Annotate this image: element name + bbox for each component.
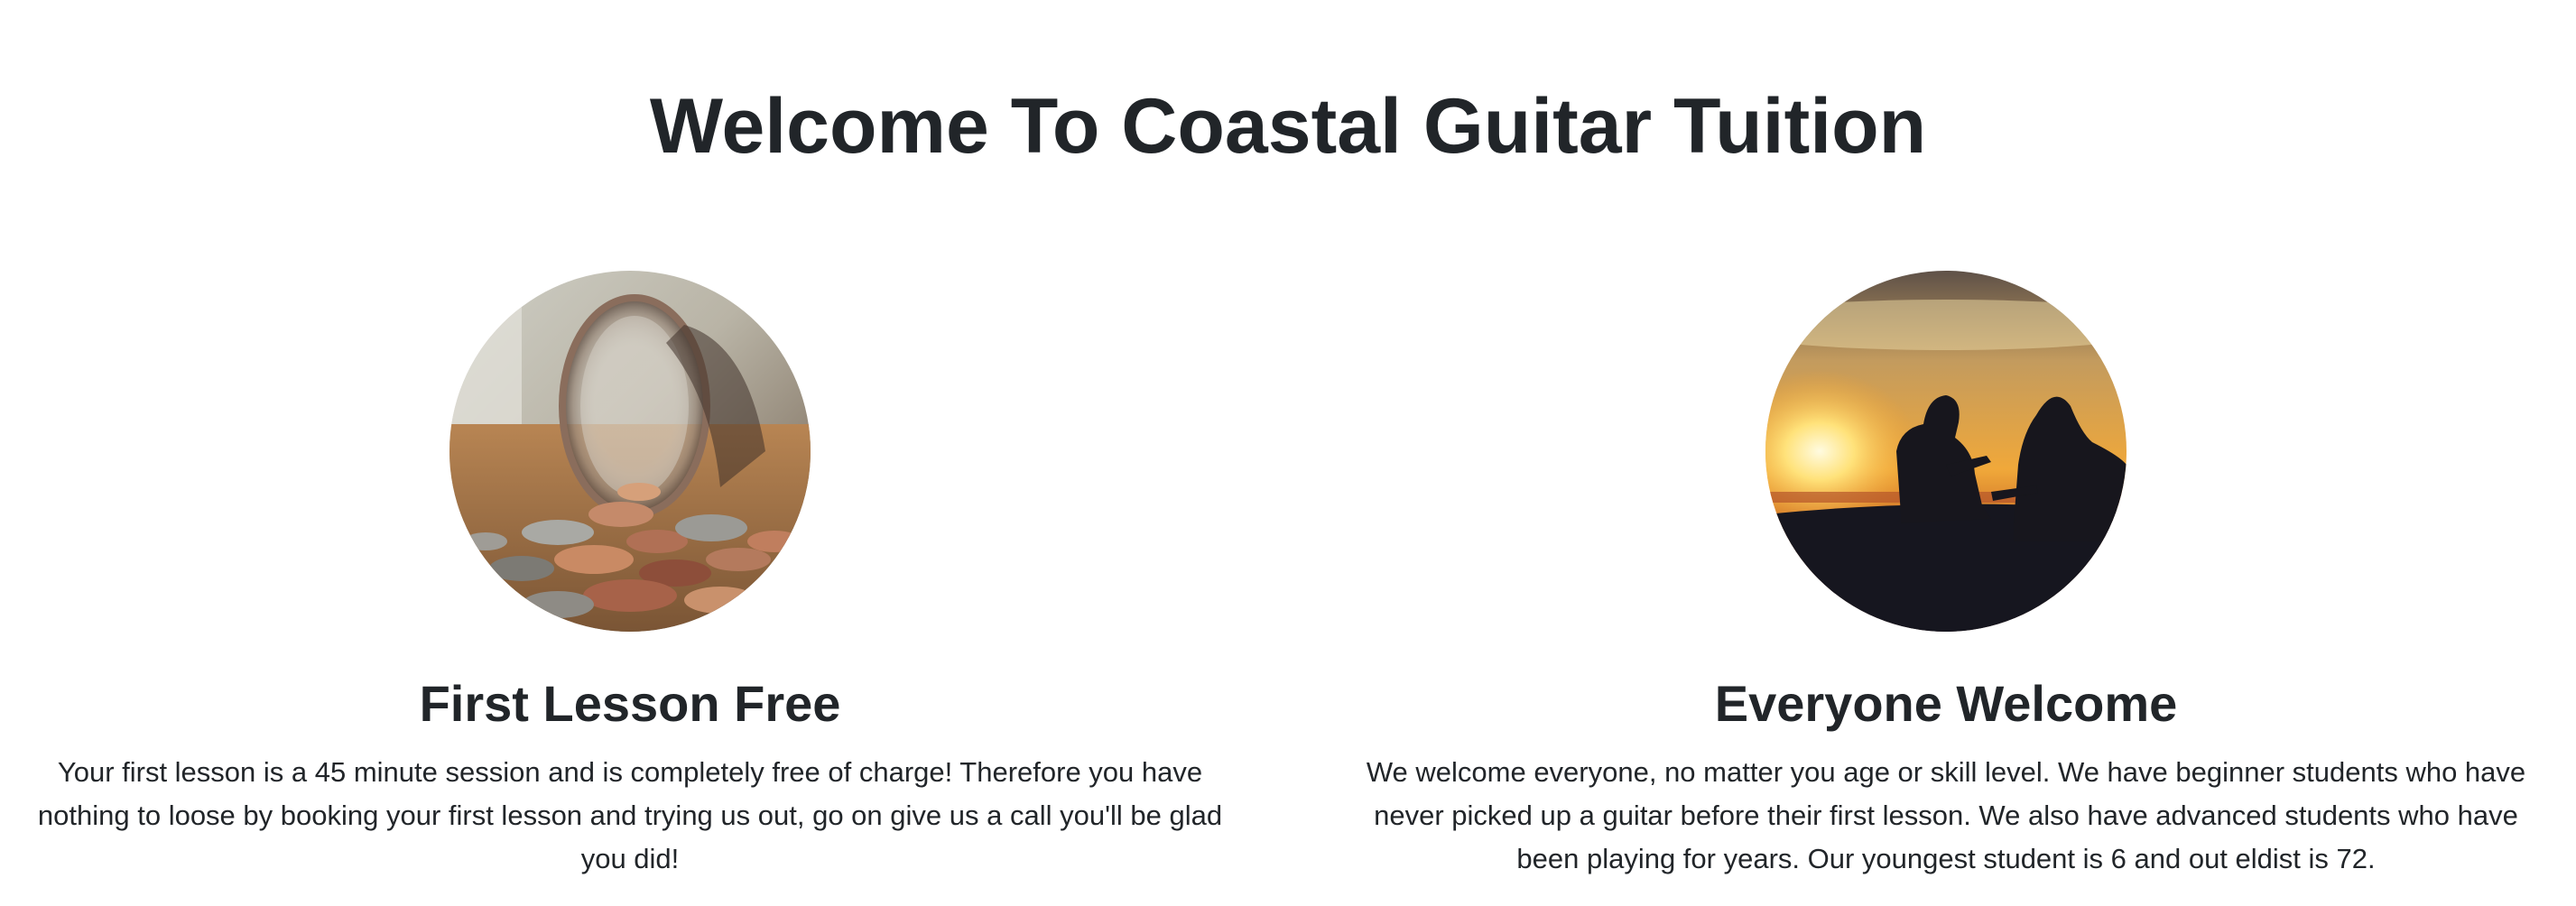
page-title: Welcome To Coastal Guitar Tuition xyxy=(649,83,1927,170)
feature-heading: Everyone Welcome xyxy=(1714,675,2178,732)
sunset-guitarists-image xyxy=(1765,271,2127,632)
feature-description: We welcome everyone, no matter you age o… xyxy=(1366,756,2526,874)
feature-description: Your first lesson is a 45 minute session… xyxy=(37,756,1223,874)
coin-jar-image xyxy=(449,271,811,632)
feature-heading: First Lesson Free xyxy=(419,675,841,732)
feature-first-lesson-free: First Lesson Free Your first lesson is a… xyxy=(25,271,1235,881)
feature-everyone-welcome: Everyone Welcome We welcome everyone, no… xyxy=(1341,271,2551,881)
